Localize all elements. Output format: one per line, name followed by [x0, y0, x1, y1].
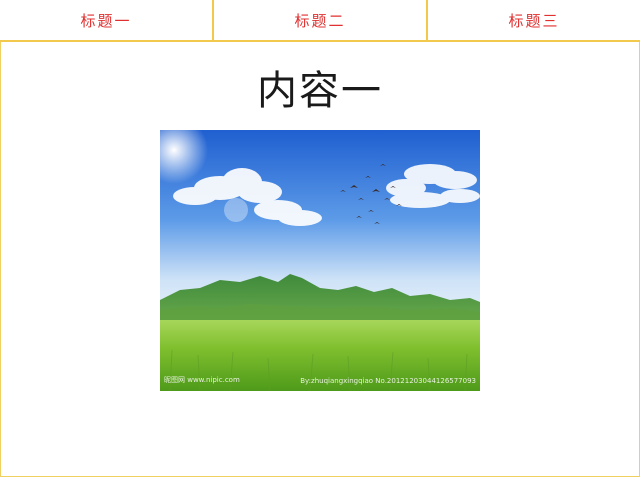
landscape-image: 昵图网 www.nipic.com By:zhuqiangxingqiao No…	[160, 130, 480, 391]
image-watermark-right: By:zhuqiangxingqiao No.20121203044126577…	[300, 377, 476, 385]
tab-1[interactable]: 标题一	[0, 0, 212, 40]
tab-bar: 标题一 标题二 标题三	[0, 0, 640, 42]
tab-2[interactable]: 标题二	[212, 0, 426, 40]
tab-3[interactable]: 标题三	[426, 0, 640, 40]
image-watermark-left: 昵图网 www.nipic.com	[164, 376, 240, 384]
content-title: 内容一	[257, 68, 383, 114]
